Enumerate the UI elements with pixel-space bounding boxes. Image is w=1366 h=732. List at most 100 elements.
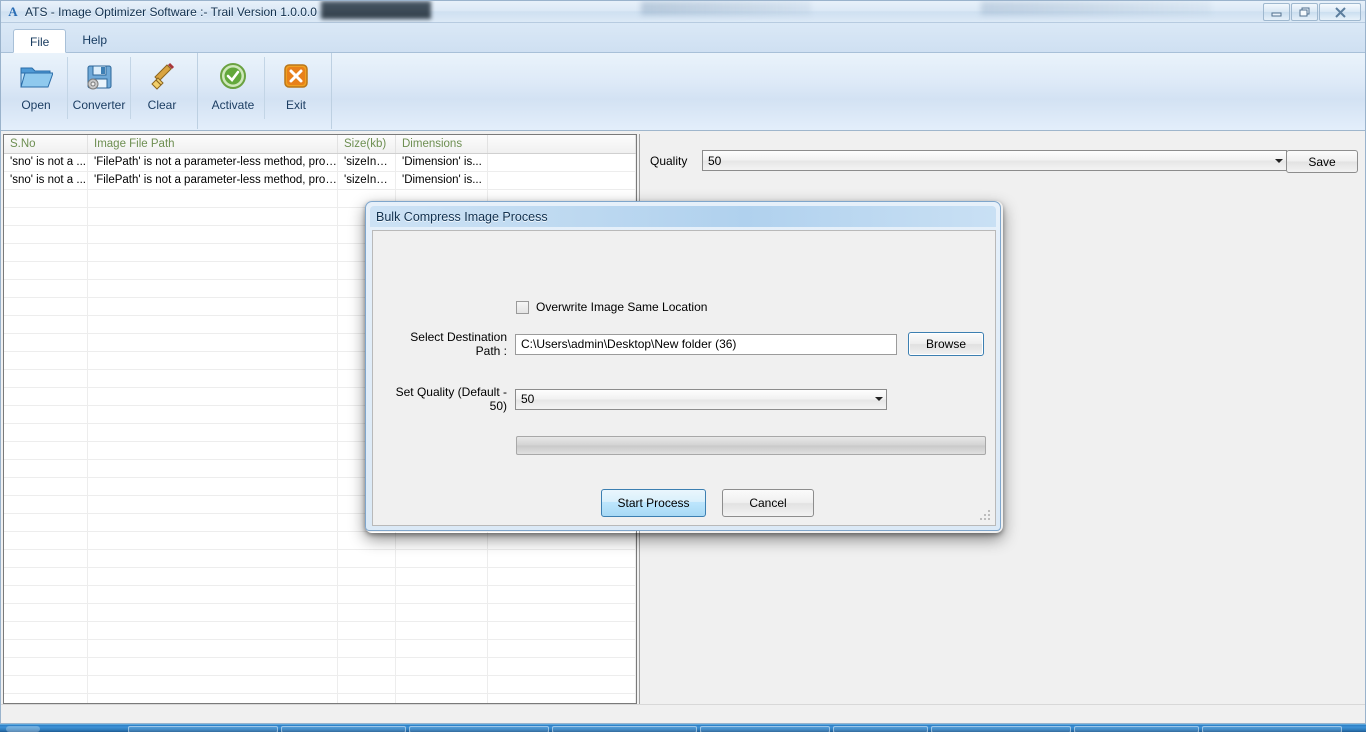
quality-row: Quality 50 xyxy=(650,150,1287,171)
cell-empty xyxy=(88,352,338,369)
cell-empty xyxy=(88,316,338,333)
cell-empty xyxy=(88,514,338,531)
grid-column-header-size[interactable]: Size(kb) xyxy=(338,135,396,153)
table-row[interactable] xyxy=(4,658,636,676)
open-button[interactable]: Open xyxy=(5,53,67,121)
table-row[interactable] xyxy=(4,640,636,658)
clear-button[interactable]: Clear xyxy=(131,53,193,121)
table-row[interactable] xyxy=(4,550,636,568)
cell-empty xyxy=(396,694,488,703)
cell-empty xyxy=(4,406,88,423)
cell-empty xyxy=(4,190,88,207)
cell-empty xyxy=(488,622,636,639)
cell-empty xyxy=(88,604,338,621)
cell-empty xyxy=(338,658,396,675)
broom-icon xyxy=(145,59,179,95)
table-row[interactable] xyxy=(4,568,636,586)
grid-column-header-dimensions[interactable]: Dimensions xyxy=(396,135,488,153)
cell-dimensions: 'Dimension' is... xyxy=(396,154,488,171)
app-letter-a-icon: A xyxy=(8,3,18,19)
cell-empty xyxy=(88,568,338,585)
cell-path: 'FilePath' is not a parameter-less metho… xyxy=(88,154,338,171)
cell-empty xyxy=(396,568,488,585)
table-row[interactable] xyxy=(4,604,636,622)
cell-empty xyxy=(338,586,396,603)
start-button[interactable] xyxy=(6,726,40,732)
taskbar-item[interactable] xyxy=(1202,726,1342,732)
cell-empty xyxy=(88,208,338,225)
ribbon-group-app-actions: Activate Exit xyxy=(198,53,332,129)
cell-empty xyxy=(88,280,338,297)
taskbar-item[interactable] xyxy=(128,726,278,732)
taskbar-item[interactable] xyxy=(1074,726,1199,732)
cell-empty xyxy=(4,262,88,279)
minimize-button[interactable] xyxy=(1263,3,1290,21)
cell-empty xyxy=(488,676,636,693)
cell-empty xyxy=(88,226,338,243)
grid-column-header-path[interactable]: Image File Path xyxy=(88,135,338,153)
open-button-label: Open xyxy=(21,98,51,112)
cell-empty xyxy=(4,514,88,531)
cell-empty xyxy=(4,496,88,513)
cell-empty xyxy=(396,676,488,693)
cell-empty xyxy=(338,694,396,703)
taskbar-item[interactable] xyxy=(552,726,697,732)
cell-empty xyxy=(88,478,338,495)
cell-empty xyxy=(88,298,338,315)
cell-empty xyxy=(88,658,338,675)
converter-button[interactable]: Converter xyxy=(68,53,130,121)
cell-empty xyxy=(4,586,88,603)
table-row[interactable] xyxy=(4,586,636,604)
cell-empty xyxy=(488,568,636,585)
overwrite-checkbox-row[interactable]: Overwrite Image Same Location xyxy=(516,300,707,314)
set-quality-dropdown[interactable]: 50 xyxy=(515,388,887,410)
activate-button[interactable]: Activate xyxy=(202,53,264,121)
cell-empty xyxy=(396,604,488,621)
close-button[interactable] xyxy=(1319,3,1361,21)
table-row[interactable] xyxy=(4,532,636,550)
cell-empty xyxy=(88,406,338,423)
application-window: A ATS - Image Optimizer Software :- Trai… xyxy=(0,0,1366,724)
taskbar-item[interactable] xyxy=(833,726,928,732)
cell-empty xyxy=(396,622,488,639)
taskbar-item[interactable] xyxy=(931,726,1071,732)
browse-button[interactable]: Browse xyxy=(908,332,984,356)
orange-x-icon xyxy=(280,59,312,95)
start-process-button[interactable]: Start Process xyxy=(601,489,706,517)
cancel-button[interactable]: Cancel xyxy=(722,489,814,517)
windows-taskbar[interactable] xyxy=(0,724,1366,732)
save-button[interactable]: Save xyxy=(1286,150,1358,173)
restore-button[interactable] xyxy=(1291,3,1318,21)
cell-empty xyxy=(4,532,88,549)
cell-empty xyxy=(4,280,88,297)
taskbar-item[interactable] xyxy=(700,726,830,732)
tab-help[interactable]: Help xyxy=(66,28,123,52)
cell-empty xyxy=(88,442,338,459)
cell-empty xyxy=(4,298,88,315)
cell-size: 'sizeInKb'... xyxy=(338,172,396,189)
destination-path-input[interactable]: C:\Users\admin\Desktop\New folder (36) xyxy=(515,333,897,355)
cell-sno: 'sno' is not a ... xyxy=(4,154,88,171)
exit-button[interactable]: Exit xyxy=(265,53,327,121)
cell-empty xyxy=(4,334,88,351)
resize-grip-icon[interactable] xyxy=(979,509,991,521)
cell-empty xyxy=(88,586,338,603)
table-row[interactable]: 'sno' is not a ... 'FilePath' is not a p… xyxy=(4,172,636,190)
table-row[interactable]: 'sno' is not a ... 'FilePath' is not a p… xyxy=(4,154,636,172)
cell-empty xyxy=(396,640,488,657)
grid-column-header-filler[interactable] xyxy=(488,135,636,153)
quality-dropdown[interactable]: 50 xyxy=(702,150,1287,171)
overwrite-checkbox[interactable] xyxy=(516,300,529,314)
taskbar-item[interactable] xyxy=(409,726,549,732)
ribbon-group-file-actions: Open Converter Clear xyxy=(1,53,198,129)
cell-empty xyxy=(4,352,88,369)
cell-filler xyxy=(488,172,636,189)
tab-file[interactable]: File xyxy=(13,29,67,53)
cell-dimensions: 'Dimension' is... xyxy=(396,172,488,189)
grid-column-header-sno[interactable]: S.No xyxy=(4,135,88,153)
table-row[interactable] xyxy=(4,622,636,640)
table-row[interactable] xyxy=(4,694,636,703)
taskbar-item[interactable] xyxy=(281,726,406,732)
table-row[interactable] xyxy=(4,676,636,694)
cell-empty xyxy=(4,604,88,621)
